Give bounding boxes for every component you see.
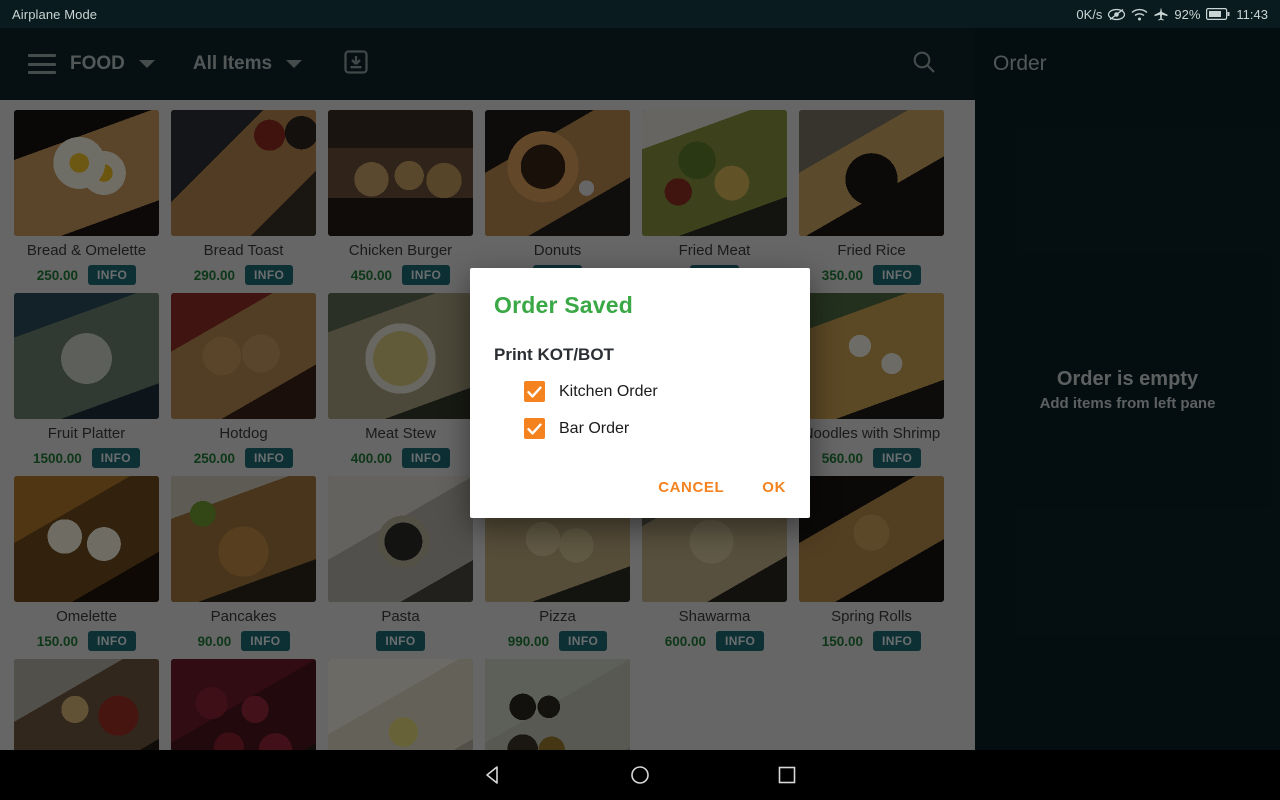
dialog-title: Order Saved [494,292,633,318]
back-triangle-icon[interactable] [482,764,504,786]
checkbox-row-bar-order[interactable]: Bar Order [494,418,786,439]
device-screen: Airplane Mode 0K/s 92% 11:43 FOOD [0,0,1280,800]
status-bar-left-text: Airplane Mode [12,6,98,22]
dialog-subtitle: Print KOT/BOT [494,345,614,364]
clock-text: 11:43 [1236,6,1268,22]
cancel-button[interactable]: CANCEL [658,479,724,496]
android-nav-bar [0,750,1280,800]
ok-button[interactable]: OK [762,479,786,496]
home-circle-icon[interactable] [629,764,651,786]
battery-icon [1206,8,1230,20]
checkbox-label: Bar Order [559,419,630,437]
order-saved-dialog: Order Saved Print KOT/BOT Kitchen Order … [470,268,810,518]
airplane-icon [1154,7,1168,21]
checkbox-checked-icon[interactable] [524,418,545,439]
checkbox-row-kitchen-order[interactable]: Kitchen Order [494,381,786,402]
wifi-icon [1131,8,1148,21]
status-bar: Airplane Mode 0K/s 92% 11:43 [0,0,1280,28]
dialog-actions: CANCEL OK [658,479,786,496]
status-bar-right: 0K/s 92% 11:43 [1076,7,1268,22]
checkbox-label: Kitchen Order [559,382,658,400]
checkbox-checked-icon[interactable] [524,381,545,402]
battery-percent-text: 92% [1174,6,1201,22]
recents-square-icon[interactable] [776,764,798,786]
eye-icon [1108,8,1126,21]
network-speed-text: 0K/s [1076,6,1103,22]
